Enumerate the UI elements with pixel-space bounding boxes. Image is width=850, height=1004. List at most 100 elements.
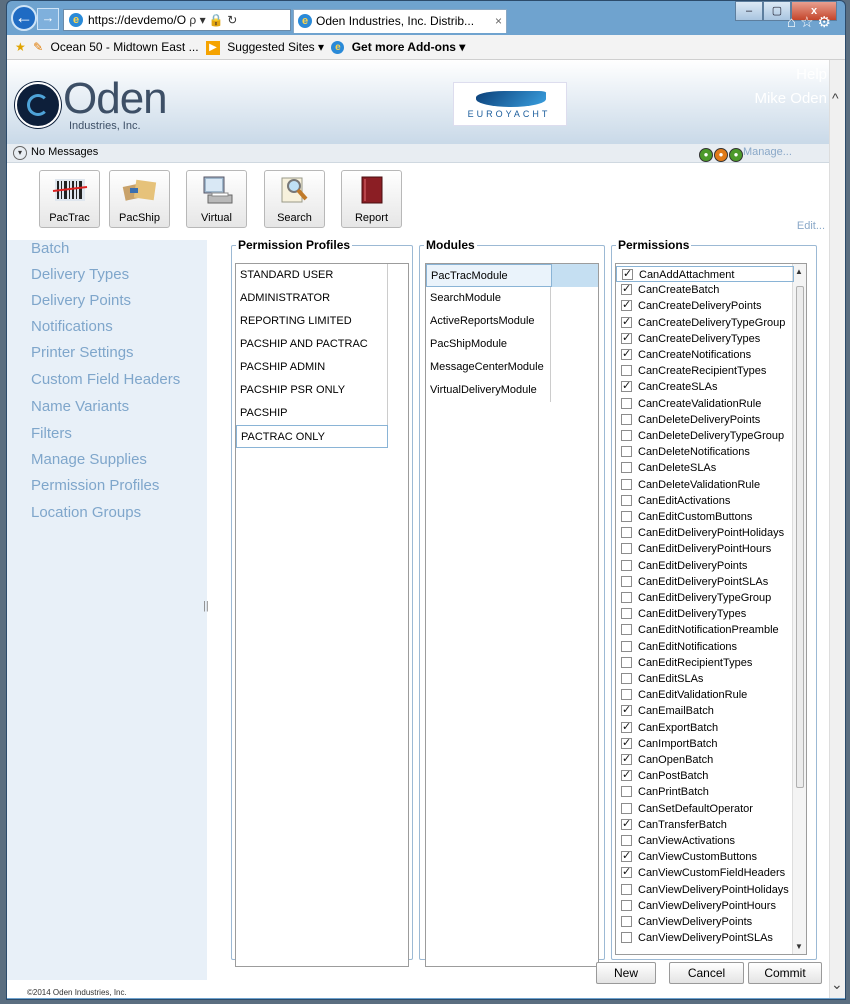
sidebar-item-batch[interactable]: Batch (31, 240, 69, 257)
permission-checkbox[interactable] (621, 786, 632, 798)
profile-row[interactable]: ADMINISTRATOR (236, 287, 388, 310)
sidebar-item-delivery-points[interactable]: Delivery Points (31, 292, 131, 309)
permission-row[interactable]: CanEditRecipientTypes (616, 655, 794, 671)
permission-row[interactable]: CanEditDeliveryPointHours (616, 541, 794, 557)
sidebar-item-filters[interactable]: Filters (31, 425, 72, 442)
favorites-star-icon[interactable]: ★ (15, 40, 26, 54)
permission-checkbox[interactable] (621, 916, 632, 927)
permission-checkbox[interactable] (621, 543, 632, 555)
module-row[interactable]: MessageCenterModule (426, 356, 551, 379)
permission-checkbox[interactable] (621, 883, 632, 895)
manage-link[interactable]: Manage... (743, 146, 792, 158)
permission-row[interactable]: ✓ CanViewCustomFieldHeaders (616, 865, 794, 881)
permission-checkbox[interactable]: ✓ (621, 284, 632, 296)
profile-row[interactable]: PACSHIP PSR ONLY (236, 379, 388, 402)
permission-row[interactable]: ✓ CanCreateDeliveryTypeGroup (616, 315, 794, 331)
permission-row[interactable]: ✓ CanAddAttachment (616, 266, 794, 282)
sidebar-item-notifications[interactable]: Notifications (31, 318, 113, 335)
permission-row[interactable]: CanViewDeliveryPointHours (616, 898, 794, 914)
edit-toolbar-link[interactable]: Edit... (797, 220, 825, 232)
page-scroll-down-icon[interactable]: ⌄ (831, 976, 843, 993)
permission-row[interactable]: CanViewActivations (616, 833, 794, 849)
permission-checkbox[interactable] (621, 494, 632, 506)
permission-row[interactable]: CanCreateRecipientTypes (616, 363, 794, 379)
permission-row[interactable]: CanEditValidationRule (616, 687, 794, 703)
permission-checkbox[interactable] (621, 656, 632, 668)
profile-row[interactable]: PACTRAC ONLY (236, 425, 388, 448)
chevron-down-icon[interactable]: ▾ (13, 146, 27, 160)
permission-checkbox[interactable]: ✓ (621, 316, 632, 328)
permission-row[interactable]: CanEditDeliveryTypes (616, 606, 794, 622)
back-button[interactable]: ← (11, 5, 37, 31)
scroll-down-icon[interactable]: ▼ (794, 942, 804, 951)
permission-row[interactable]: CanViewDeliveryPoints (616, 914, 794, 930)
permission-checkbox[interactable] (621, 640, 632, 652)
permission-checkbox[interactable]: ✓ (621, 867, 632, 879)
page-scroll-up-icon[interactable]: ^ (832, 90, 839, 106)
sidebar-item-location-groups[interactable]: Location Groups (31, 504, 141, 521)
permission-checkbox[interactable] (621, 478, 632, 490)
commit-button[interactable]: Commit (748, 962, 822, 984)
status-orange-icon[interactable]: ● (714, 148, 728, 162)
module-row[interactable]: PacTracModule (426, 264, 552, 287)
permission-checkbox[interactable] (621, 592, 632, 603)
permission-row[interactable]: ✓ CanCreateDeliveryTypes (616, 331, 794, 347)
profile-row[interactable]: PACSHIP ADMIN (236, 356, 388, 379)
permission-checkbox[interactable] (621, 689, 632, 701)
user-name[interactable]: Mike Oden (754, 90, 827, 107)
permission-checkbox[interactable]: ✓ (621, 851, 632, 863)
permission-row[interactable]: ✓ CanOpenBatch (616, 752, 794, 768)
profile-row[interactable]: PACSHIP AND PACTRAC (236, 333, 388, 356)
permission-checkbox[interactable]: ✓ (621, 705, 632, 717)
forward-button[interactable]: → (37, 8, 59, 30)
sidebar-item-name-variants[interactable]: Name Variants (31, 398, 129, 415)
permission-row[interactable]: ✓ CanCreateDeliveryPoints (616, 298, 794, 314)
sidebar-item-custom-field-headers[interactable]: Custom Field Headers (31, 371, 180, 388)
status-green-icon[interactable]: ● (699, 148, 713, 162)
permission-row[interactable]: CanViewDeliveryPointSLAs (616, 930, 794, 946)
permission-checkbox[interactable] (621, 413, 632, 425)
modules-list[interactable]: PacTracModule SearchModule ActiveReportsMo… (425, 263, 599, 967)
permission-checkbox[interactable]: ✓ (622, 269, 633, 280)
permission-row[interactable]: CanEditDeliveryPoints (616, 558, 794, 574)
permission-row[interactable]: CanEditCustomButtons (616, 509, 794, 525)
minimize-button[interactable]: – (735, 1, 763, 21)
permission-row[interactable]: ✓ CanExportBatch (616, 720, 794, 736)
permission-checkbox[interactable]: ✓ (621, 381, 632, 393)
permission-row[interactable]: CanViewDeliveryPointHolidays (616, 882, 794, 898)
permission-row[interactable]: CanDeleteDeliveryPoints (616, 412, 794, 428)
permission-row[interactable]: ✓ CanCreateNotifications (616, 347, 794, 363)
cancel-button[interactable]: Cancel (669, 962, 744, 984)
permission-row[interactable]: ✓ CanPostBatch (616, 768, 794, 784)
permission-row[interactable]: CanEditDeliveryPointHolidays (616, 525, 794, 541)
pactrac-button[interactable]: PacTrac (39, 170, 100, 228)
permission-checkbox[interactable] (621, 802, 632, 814)
permission-checkbox[interactable] (621, 608, 632, 620)
permission-checkbox[interactable]: ✓ (621, 332, 632, 344)
permission-row[interactable]: CanCreateValidationRule (616, 396, 794, 412)
permission-row[interactable]: CanPrintBatch (616, 784, 794, 800)
permission-row[interactable]: CanSetDefaultOperator (616, 801, 794, 817)
permission-row[interactable]: CanDeleteDeliveryTypeGroup (616, 428, 794, 444)
sidebar-item-printer-settings[interactable]: Printer Settings (31, 344, 134, 361)
status-green-icon-2[interactable]: ● (729, 148, 743, 162)
permission-row[interactable]: CanEditSLAs (616, 671, 794, 687)
permission-checkbox[interactable] (621, 397, 632, 409)
permission-row[interactable]: ✓ CanCreateSLAs (616, 379, 794, 395)
browser-tab[interactable]: e Oden Industries, Inc. Distrib... × (293, 9, 507, 33)
help-link[interactable]: Help (796, 66, 827, 83)
profile-row[interactable]: REPORTING LIMITED (236, 310, 388, 333)
favorite-ocean-50[interactable]: Ocean 50 - Midtown East ... (51, 40, 199, 54)
address-bar[interactable]: e https://devdemo/O ρ ▾ 🔒 ↻ (63, 9, 291, 31)
permission-checkbox[interactable] (621, 932, 632, 944)
permission-checkbox[interactable] (621, 624, 632, 636)
permission-row[interactable]: CanDeleteSLAs (616, 460, 794, 476)
permission-row[interactable]: CanEditNotifications (616, 639, 794, 655)
permission-row[interactable]: ✓ CanEmailBatch (616, 703, 794, 719)
permission-checkbox[interactable] (621, 511, 632, 522)
scroll-up-icon[interactable]: ▲ (794, 267, 804, 276)
permission-checkbox[interactable]: ✓ (621, 754, 632, 765)
new-button[interactable]: New (596, 962, 656, 984)
permission-checkbox[interactable] (621, 835, 632, 846)
tab-close-icon[interactable]: × (495, 10, 502, 32)
